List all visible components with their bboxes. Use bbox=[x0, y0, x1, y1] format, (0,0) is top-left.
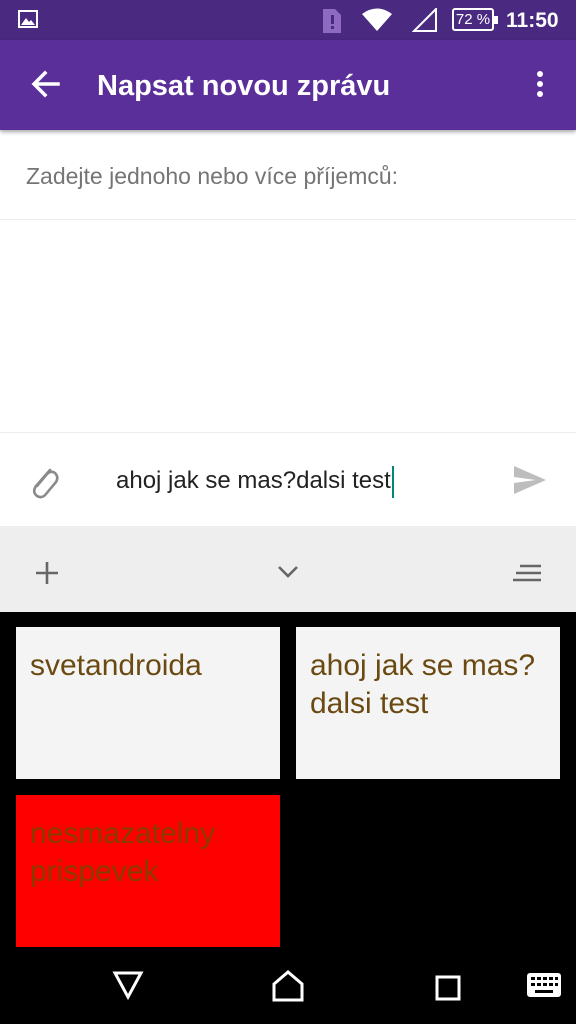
recipients-input[interactable] bbox=[26, 156, 546, 196]
paperclip-icon bbox=[32, 468, 59, 499]
nav-recents-icon bbox=[435, 975, 461, 1001]
clip-item-text: svetandroida bbox=[30, 649, 202, 682]
chevron-down-icon bbox=[278, 566, 298, 578]
keyboard-switch-button[interactable] bbox=[526, 972, 562, 1003]
clip-item[interactable]: ahoj jak se mas?dalsi test bbox=[296, 627, 560, 779]
attach-button[interactable] bbox=[26, 462, 62, 502]
nav-back-icon bbox=[112, 971, 144, 1001]
add-clip-button[interactable] bbox=[34, 560, 60, 591]
battery-icon: 72 % bbox=[452, 8, 498, 31]
nav-home-button[interactable] bbox=[270, 968, 306, 1009]
signal-icon bbox=[411, 6, 438, 37]
battery-level: 72 % bbox=[455, 11, 491, 28]
message-input[interactable]: ahoj jak se mas?dalsi test bbox=[116, 464, 394, 498]
send-button[interactable] bbox=[512, 464, 552, 500]
arrow-back-icon bbox=[31, 70, 60, 98]
app-bar: Napsat novou zprávu bbox=[0, 40, 576, 130]
message-text: ahoj jak se mas?dalsi test bbox=[116, 467, 391, 494]
clip-item-text: nesmazatelny prispevek bbox=[30, 817, 216, 888]
sim-icon bbox=[321, 7, 343, 40]
text-caret bbox=[391, 465, 394, 498]
navigation-bar bbox=[0, 954, 576, 1024]
more-vert-icon bbox=[537, 71, 543, 97]
back-button[interactable] bbox=[24, 62, 68, 106]
clip-menu-button[interactable] bbox=[512, 564, 542, 589]
gallery-icon bbox=[18, 10, 38, 33]
keyboard-icon bbox=[527, 973, 561, 997]
conversation-area bbox=[0, 221, 576, 433]
send-icon bbox=[514, 466, 546, 494]
clip-item-pinned[interactable]: nesmazatelny prispevek bbox=[16, 795, 280, 947]
nav-back-button[interactable] bbox=[112, 970, 144, 1005]
compose-row: ahoj jak se mas?dalsi test bbox=[0, 434, 576, 526]
page-title: Napsat novou zprávu bbox=[97, 70, 391, 102]
collapse-keyboard-button[interactable] bbox=[276, 564, 300, 585]
status-clock: 11:50 bbox=[506, 9, 559, 32]
keyboard-toolbar bbox=[0, 526, 576, 612]
clipboard-panel: svetandroida ahoj jak se mas?dalsi test … bbox=[0, 612, 576, 954]
clip-item-text: ahoj jak se mas?dalsi test bbox=[310, 649, 536, 720]
overflow-menu-button[interactable] bbox=[520, 62, 560, 106]
clip-item[interactable]: svetandroida bbox=[16, 627, 280, 779]
recipients-row bbox=[0, 130, 576, 220]
plus-icon bbox=[36, 562, 58, 584]
wifi-icon bbox=[361, 7, 393, 38]
status-bar: 72 % 11:50 bbox=[0, 0, 576, 40]
nav-recents-button[interactable] bbox=[434, 974, 462, 1007]
menu-lines-icon bbox=[513, 564, 541, 582]
nav-home-icon bbox=[272, 970, 304, 1002]
